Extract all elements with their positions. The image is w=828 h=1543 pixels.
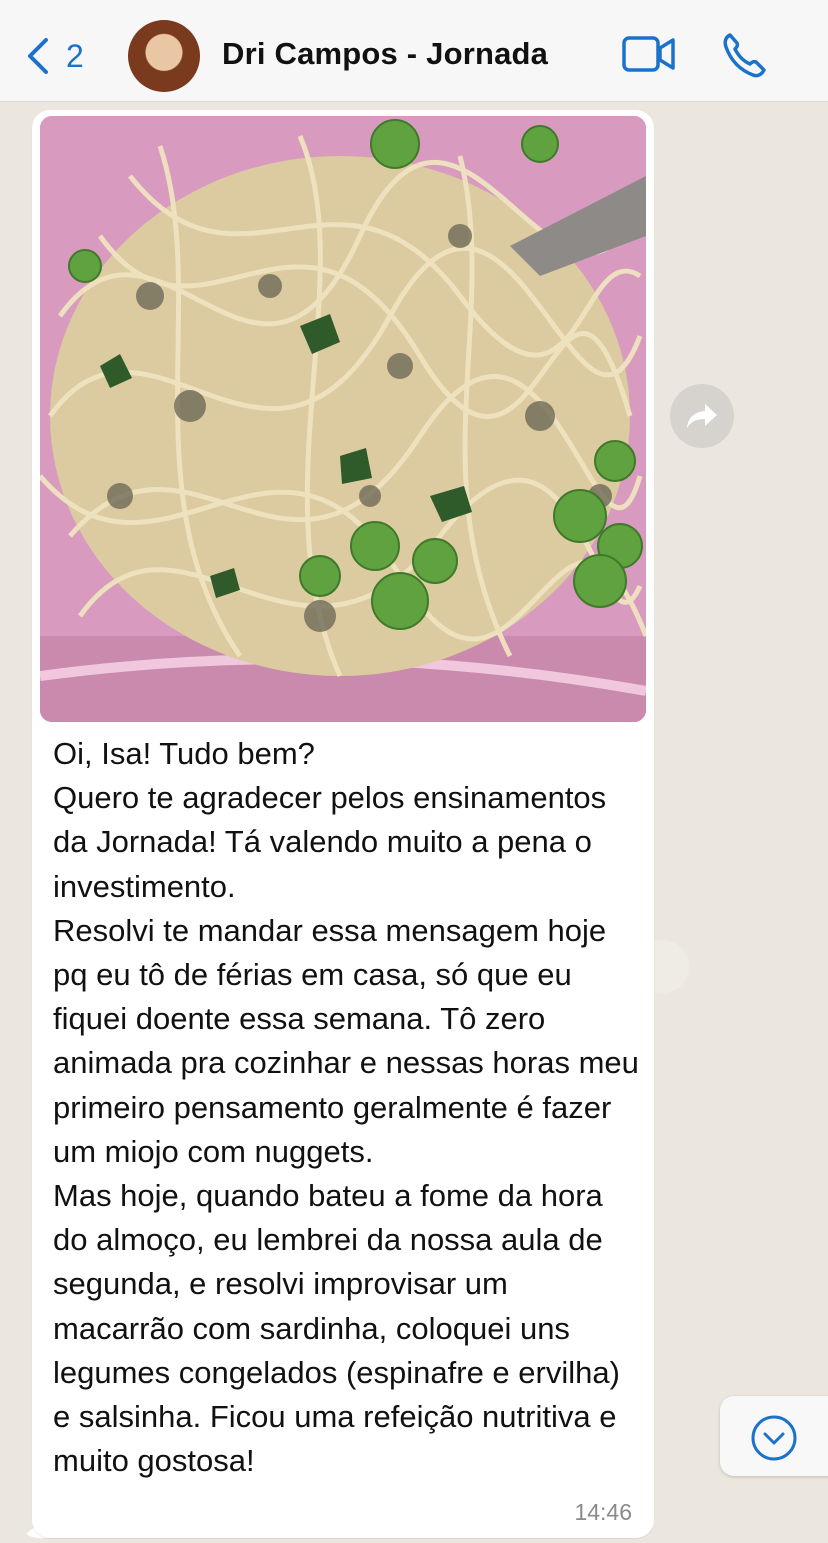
contact-name[interactable]: Dri Campos - Jornada <box>222 36 548 72</box>
video-camera-icon[interactable] <box>622 34 676 74</box>
avatar[interactable] <box>128 20 200 92</box>
scroll-to-bottom-button[interactable] <box>720 1396 828 1476</box>
forward-arrow-icon <box>687 404 717 428</box>
message-time: 14:46 <box>574 1499 632 1525</box>
phone-icon[interactable] <box>722 32 766 78</box>
unread-count: 2 <box>66 37 84 74</box>
chevron-down-circle-icon <box>751 1415 797 1461</box>
chevron-left-icon <box>28 38 48 74</box>
message-photo[interactable] <box>40 116 646 722</box>
back-button[interactable]: 2 <box>24 36 84 76</box>
pasta-photo <box>40 116 646 722</box>
message-text: Oi, Isa! Tudo bem? Quero te agradecer pe… <box>53 736 639 1479</box>
forward-button[interactable] <box>670 384 734 448</box>
chat-header: 2 Dri Campos - Jornada <box>0 0 828 102</box>
message-bubble[interactable]: Oi, Isa! Tudo bem? Quero te agradecer pe… <box>32 110 654 1538</box>
